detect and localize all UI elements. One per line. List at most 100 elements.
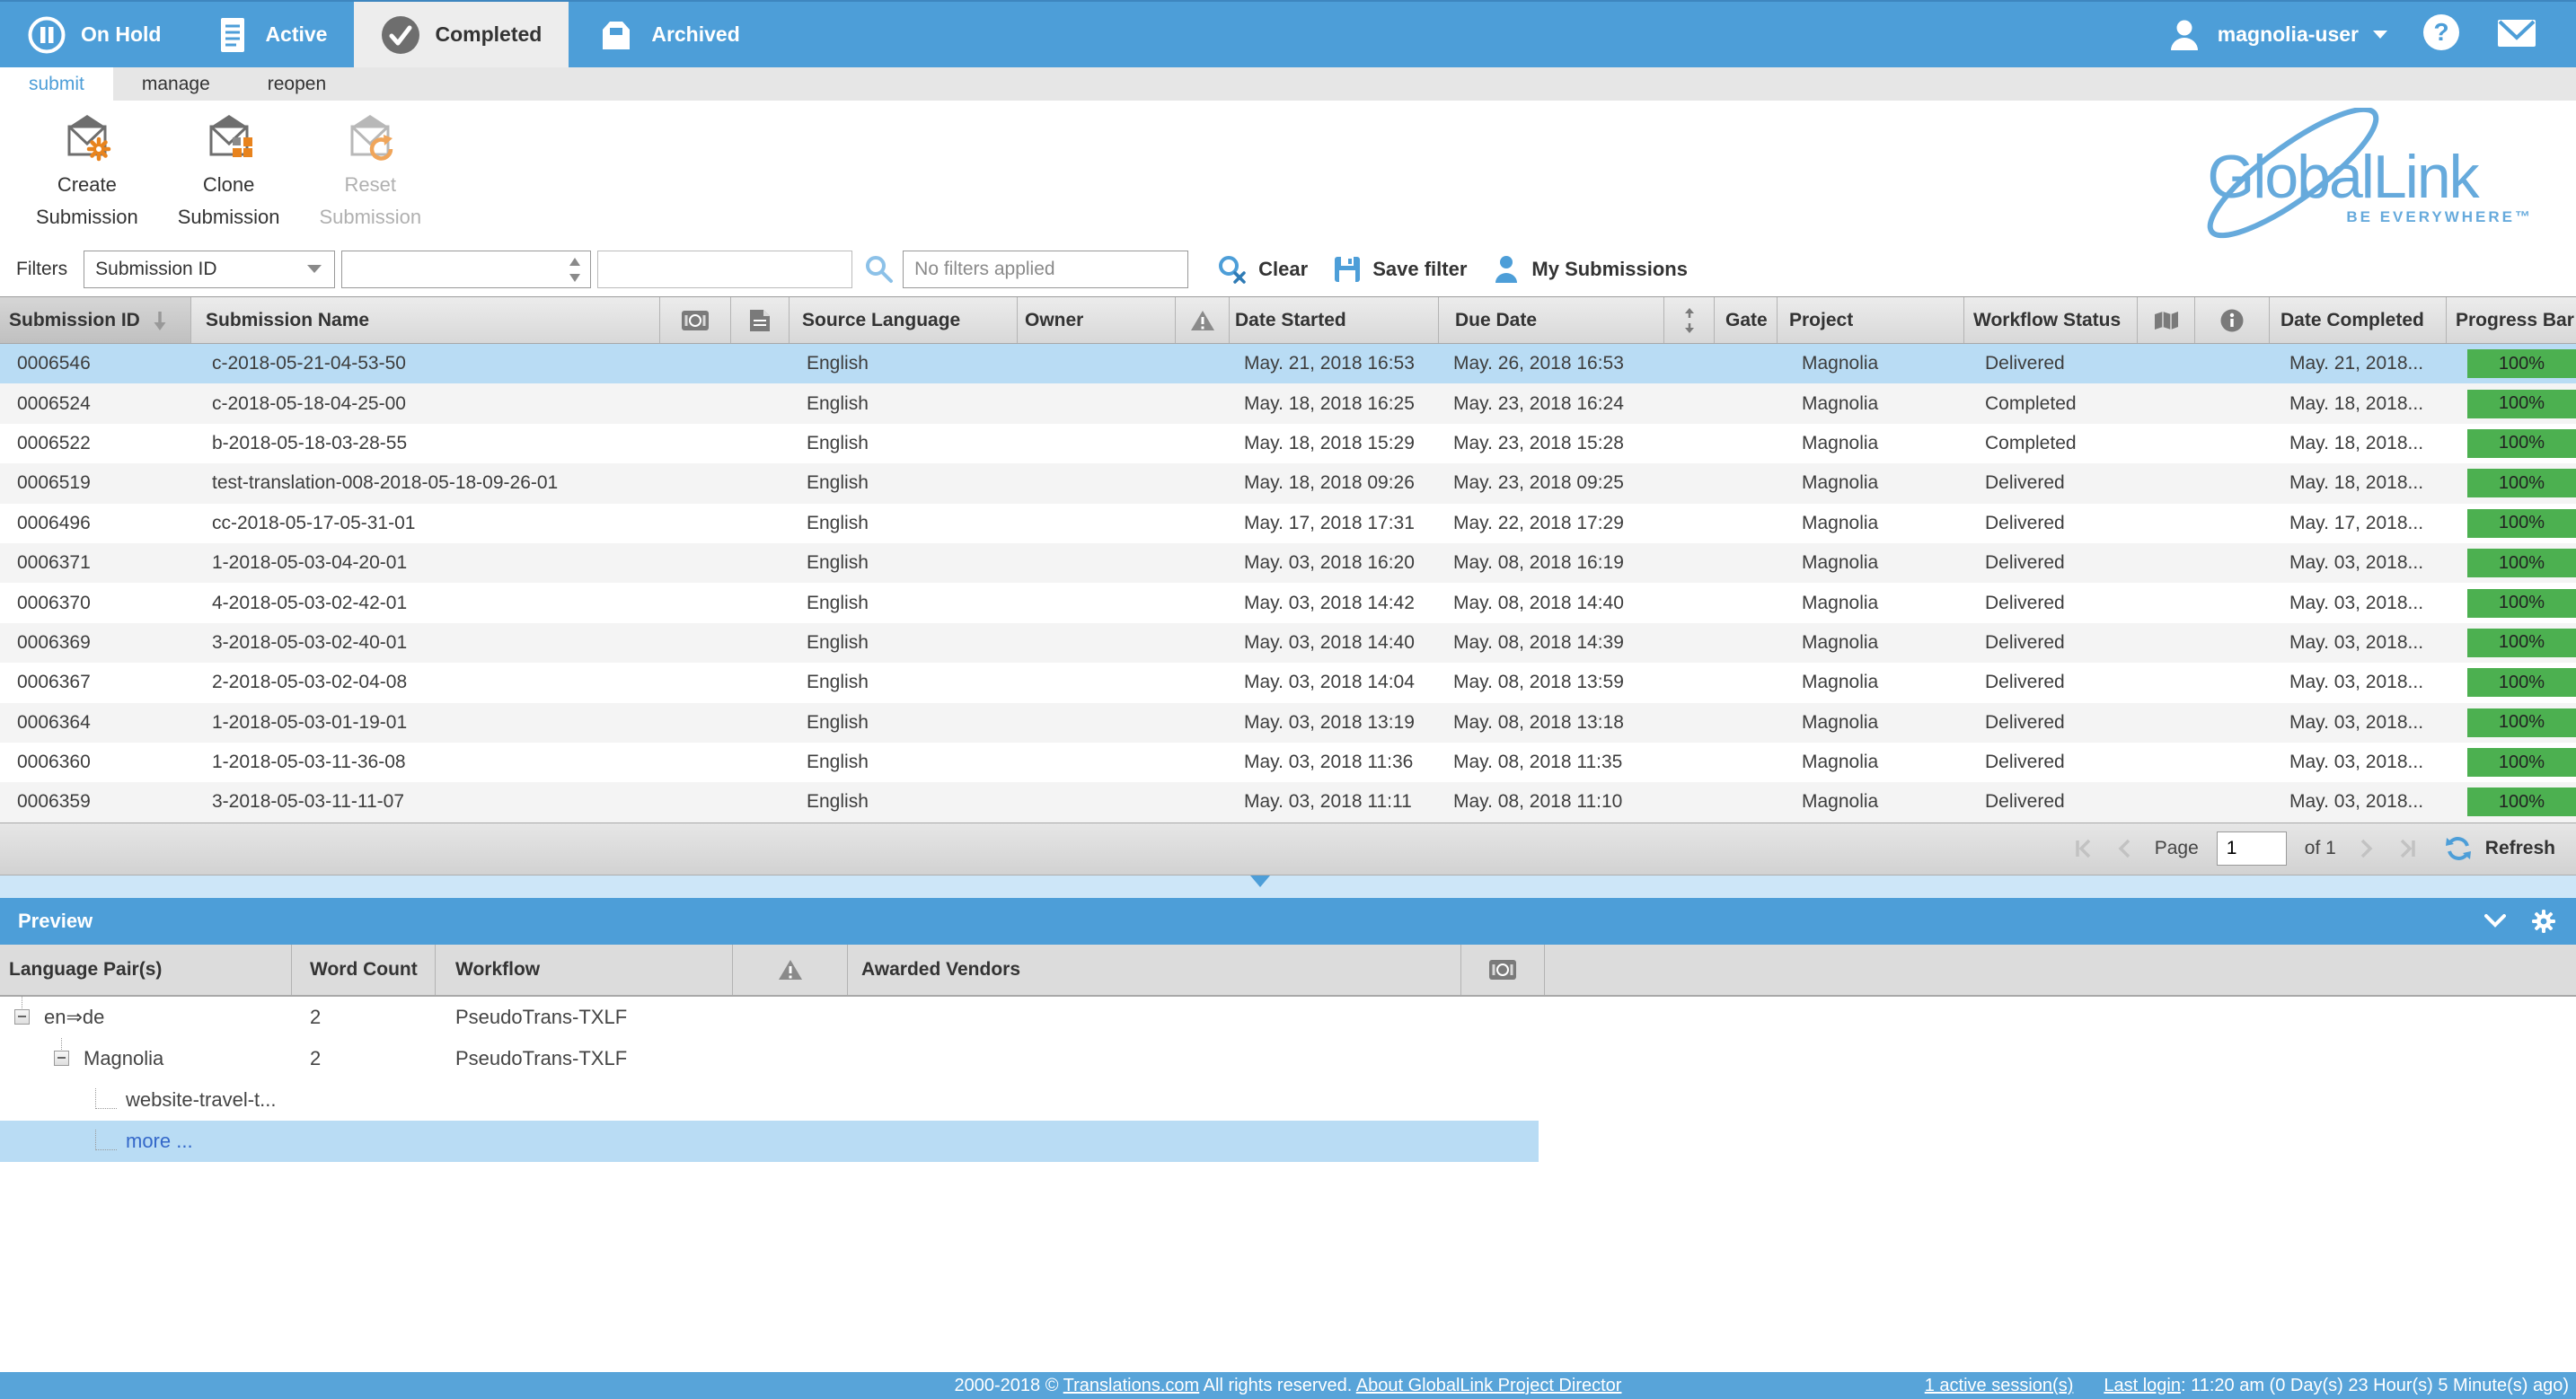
preview-column-word-count[interactable]: Word Count: [292, 945, 436, 995]
preview-column-awarded-vendors[interactable]: Awarded Vendors: [848, 945, 1461, 995]
nav-right: magnolia-user ?: [2166, 2, 2576, 67]
spinner-arrows-icon[interactable]: [567, 255, 583, 286]
progress-bar: 100%: [2467, 390, 2576, 418]
last-login-link[interactable]: Last login: [2104, 1376, 2181, 1395]
table-row[interactable]: 00063693-2018-05-03-02-40-01EnglishMay. …: [0, 623, 2576, 663]
column-header-due-date[interactable]: Due Date: [1439, 297, 1664, 343]
refresh-button[interactable]: Refresh: [2444, 834, 2555, 863]
cell-proj: Magnolia: [1778, 393, 1964, 415]
table-row[interactable]: 00063641-2018-05-03-01-19-01EnglishMay. …: [0, 703, 2576, 743]
tree-row[interactable]: en⇒de2PseudoTrans-TXLF: [0, 997, 2576, 1038]
column-header-workflow-status[interactable]: Workflow Status: [1964, 297, 2138, 343]
table-row[interactable]: 00063601-2018-05-03-11-36-08EnglishMay. …: [0, 743, 2576, 782]
column-label: Progress Bar: [2456, 310, 2574, 331]
cell-due: May. 22, 2018 17:29: [1439, 513, 1664, 534]
translations-link[interactable]: Translations.com: [1063, 1376, 1200, 1395]
tab-on-hold[interactable]: On Hold: [0, 2, 188, 67]
column-header-project[interactable]: Project: [1778, 297, 1964, 343]
active-sessions-link[interactable]: 1 active session(s): [1925, 1376, 2074, 1395]
column-header-source-language[interactable]: Source Language: [790, 297, 1018, 343]
about-link[interactable]: About GlobalLink Project Director: [1356, 1376, 1622, 1395]
my-submissions-button[interactable]: My Submissions: [1492, 254, 1688, 285]
table-row[interactable]: 0006522b-2018-05-18-03-28-55EnglishMay. …: [0, 424, 2576, 463]
clear-filter-button[interactable]: Clear: [1217, 254, 1308, 285]
first-page-icon[interactable]: [2072, 837, 2095, 860]
gear-icon[interactable]: [2531, 909, 2556, 934]
table-row[interactable]: 00063672-2018-05-03-02-04-08EnglishMay. …: [0, 663, 2576, 702]
prev-page-icon[interactable]: [2113, 837, 2137, 860]
tree-more-link[interactable]: more ...: [126, 1130, 193, 1153]
next-page-icon[interactable]: [2354, 837, 2378, 860]
select-caret-icon: [307, 265, 322, 274]
warning-icon: [778, 958, 803, 981]
reset-submission-button[interactable]: ResetSubmission: [319, 111, 421, 233]
column-header-info[interactable]: [2195, 297, 2270, 343]
preview-column-workflow[interactable]: Workflow: [436, 945, 733, 995]
user-menu[interactable]: magnolia-user: [2166, 16, 2387, 54]
last-page-icon[interactable]: [2395, 837, 2419, 860]
clone-submission-button[interactable]: CloneSubmission: [178, 111, 280, 233]
save-filter-button[interactable]: Save filter: [1333, 255, 1467, 284]
help-button[interactable]: ?: [2422, 13, 2461, 57]
tab-archived[interactable]: Archived: [569, 2, 766, 67]
subtab-reopen[interactable]: reopen: [239, 67, 355, 101]
tree-expander-icon[interactable]: [54, 1051, 69, 1066]
table-row[interactable]: 00063711-2018-05-03-04-20-01EnglishMay. …: [0, 543, 2576, 583]
filter-field-select[interactable]: Submission ID: [84, 251, 335, 288]
tree-row[interactable]: website-travel-t...: [0, 1079, 2576, 1121]
table-row[interactable]: 00063704-2018-05-03-02-42-01EnglishMay. …: [0, 583, 2576, 622]
column-header-progress-bar[interactable]: Progress Bar: [2447, 297, 2576, 343]
table-row[interactable]: 0006519test-translation-008-2018-05-18-0…: [0, 463, 2576, 503]
column-header-cost[interactable]: [660, 297, 731, 343]
page-input[interactable]: [2217, 831, 2287, 866]
filter-text-input[interactable]: [597, 251, 852, 288]
column-label: Gate: [1725, 310, 1768, 331]
column-label: Project: [1789, 310, 1853, 331]
create-submission-button[interactable]: CreateSubmission: [36, 111, 138, 233]
tab-completed[interactable]: Completed: [354, 2, 569, 67]
tab-active[interactable]: Active: [188, 2, 354, 67]
progress-bar: 100%: [2467, 349, 2576, 378]
cell-due: May. 08, 2018 16:19: [1439, 552, 1664, 574]
table-row[interactable]: 0006496cc-2018-05-17-05-31-01EnglishMay.…: [0, 504, 2576, 543]
filter-value-spinner[interactable]: [341, 251, 591, 288]
filters-label: Filters: [16, 259, 67, 280]
column-label: Submission Name: [206, 310, 369, 331]
column-header-submission-id[interactable]: Submission ID: [0, 297, 191, 343]
preview-column-warnings[interactable]: [733, 945, 848, 995]
tree-row[interactable]: Magnolia2PseudoTrans-TXLF: [0, 1038, 2576, 1079]
column-header-gate[interactable]: Gate: [1715, 297, 1778, 343]
tree-expander-icon[interactable]: [14, 1009, 30, 1025]
column-header-date-completed[interactable]: Date Completed: [2270, 297, 2447, 343]
applied-filters-field[interactable]: [903, 251, 1188, 288]
table-row[interactable]: 0006546c-2018-05-21-04-53-50EnglishMay. …: [0, 344, 2576, 383]
page-count-label: of 1: [2305, 838, 2336, 859]
tool-label: CreateSubmission: [36, 169, 138, 233]
column-header-warnings[interactable]: [1176, 297, 1230, 343]
subtab-submit[interactable]: submit: [0, 67, 113, 101]
my-submissions-label: My Submissions: [1531, 258, 1688, 281]
tree-row[interactable]: more ...: [0, 1121, 2576, 1162]
cell-progress: 100%: [2447, 469, 2576, 497]
cell-done: May. 03, 2018...: [2270, 752, 2447, 773]
search-icon[interactable]: [863, 253, 895, 286]
table-row[interactable]: 00063593-2018-05-03-11-11-07EnglishMay. …: [0, 782, 2576, 822]
last-login-value: : 11:20 am (0 Day(s) 23 Hour(s) 5 Minute…: [2181, 1376, 2569, 1395]
tree-wordcount-cell: 2: [292, 1047, 436, 1070]
column-header-workflow-map[interactable]: [2138, 297, 2195, 343]
cell-name: b-2018-05-18-03-28-55: [191, 433, 660, 454]
preview-splitter[interactable]: [0, 875, 2576, 898]
messages-button[interactable]: [2495, 14, 2538, 55]
column-header-date-started[interactable]: Date Started: [1230, 297, 1439, 343]
cell-status: Delivered: [1964, 593, 2138, 614]
subtab-manage[interactable]: manage: [113, 67, 239, 101]
column-header-submission-name[interactable]: Submission Name: [191, 297, 660, 343]
table-row[interactable]: 0006524c-2018-05-18-04-25-00EnglishMay. …: [0, 383, 2576, 423]
column-header-notes[interactable]: [731, 297, 790, 343]
column-header-priority[interactable]: [1664, 297, 1715, 343]
preview-column-language-pairs[interactable]: Language Pair(s): [0, 945, 292, 995]
chevron-down-icon[interactable]: [2484, 914, 2506, 928]
collapse-triangle-icon[interactable]: [1250, 875, 1270, 887]
column-header-owner[interactable]: Owner: [1018, 297, 1176, 343]
preview-column-cost[interactable]: [1461, 945, 1545, 995]
